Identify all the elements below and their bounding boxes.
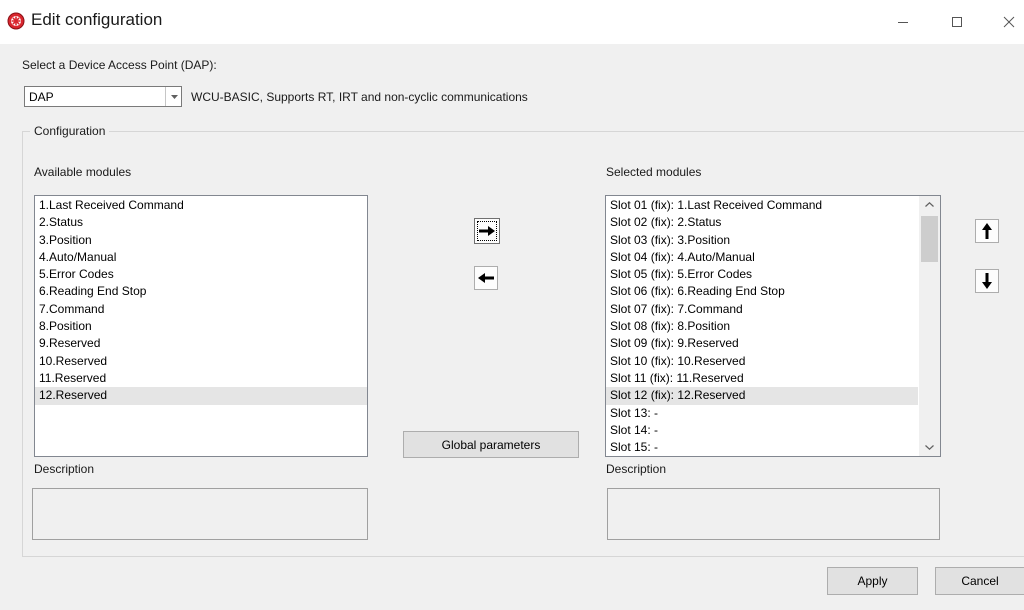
list-item[interactable]: Slot 01 (fix): 1.Last Received Command bbox=[606, 197, 918, 214]
arrow-up-icon bbox=[982, 223, 992, 239]
dap-label: Select a Device Access Point (DAP): bbox=[22, 58, 217, 72]
selected-modules-list[interactable]: Slot 01 (fix): 1.Last Received Command Sl… bbox=[605, 195, 941, 457]
available-description-box bbox=[32, 488, 368, 540]
list-item[interactable]: Slot 05 (fix): 5.Error Codes bbox=[606, 266, 918, 283]
list-item[interactable]: 2.Status bbox=[35, 214, 367, 231]
list-item[interactable]: Slot 14: - bbox=[606, 422, 918, 439]
remove-module-button[interactable] bbox=[474, 266, 498, 290]
selected-description-label: Description bbox=[606, 462, 667, 476]
minimize-button[interactable] bbox=[880, 0, 926, 44]
arrow-down-icon bbox=[982, 273, 992, 289]
list-item[interactable]: Slot 04 (fix): 4.Auto/Manual bbox=[606, 249, 918, 266]
scroll-up-button[interactable] bbox=[919, 196, 940, 213]
dap-select-dropdown[interactable] bbox=[165, 87, 182, 106]
selected-description-box bbox=[607, 488, 940, 540]
list-item[interactable]: Slot 11 (fix): 11.Reserved bbox=[606, 370, 918, 387]
list-item[interactable]: 6.Reading End Stop bbox=[35, 283, 367, 300]
list-item[interactable]: 7.Command bbox=[35, 301, 367, 318]
cancel-button[interactable]: Cancel bbox=[935, 567, 1024, 595]
move-down-button[interactable] bbox=[975, 269, 999, 293]
configuration-group-label: Configuration bbox=[30, 124, 110, 138]
add-module-button[interactable] bbox=[474, 218, 500, 244]
maximize-icon bbox=[952, 17, 962, 27]
dap-description: WCU-BASIC, Supports RT, IRT and non-cycl… bbox=[191, 90, 528, 104]
global-parameters-button[interactable]: Global parameters bbox=[403, 431, 579, 458]
list-item[interactable]: 1.Last Received Command bbox=[35, 197, 367, 214]
dap-select-value: DAP bbox=[29, 90, 54, 104]
list-item[interactable]: Slot 08 (fix): 8.Position bbox=[606, 318, 918, 335]
scroll-thumb[interactable] bbox=[921, 216, 938, 262]
selected-modules-scrollbar[interactable] bbox=[919, 196, 940, 456]
list-item[interactable]: 11.Reserved bbox=[35, 370, 367, 387]
scroll-down-button[interactable] bbox=[919, 439, 940, 456]
title-bar: Edit configuration bbox=[0, 0, 1024, 44]
list-item[interactable]: 4.Auto/Manual bbox=[35, 249, 367, 266]
maximize-button[interactable] bbox=[934, 0, 980, 44]
app-gear-icon bbox=[7, 12, 25, 30]
close-button[interactable] bbox=[986, 0, 1024, 44]
list-item[interactable]: 5.Error Codes bbox=[35, 266, 367, 283]
chevron-up-icon bbox=[925, 202, 934, 207]
window-title: Edit configuration bbox=[31, 10, 163, 29]
list-item[interactable]: Slot 10 (fix): 10.Reserved bbox=[606, 353, 918, 370]
chevron-down-icon bbox=[925, 445, 934, 450]
list-item[interactable]: Slot 13: - bbox=[606, 405, 918, 422]
arrow-right-icon bbox=[479, 226, 495, 236]
apply-button[interactable]: Apply bbox=[827, 567, 918, 595]
list-item[interactable]: Slot 06 (fix): 6.Reading End Stop bbox=[606, 283, 918, 300]
list-item[interactable]: Slot 15: - bbox=[606, 439, 918, 456]
list-item[interactable]: 3.Position bbox=[35, 232, 367, 249]
list-item[interactable]: Slot 09 (fix): 9.Reserved bbox=[606, 335, 918, 352]
available-modules-label: Available modules bbox=[34, 165, 132, 179]
available-description-label: Description bbox=[34, 462, 95, 476]
dap-select[interactable]: DAP bbox=[24, 86, 182, 107]
list-item[interactable]: 12.Reserved bbox=[35, 387, 367, 405]
selected-modules-label: Selected modules bbox=[606, 165, 702, 179]
minimize-icon bbox=[898, 22, 908, 23]
list-item[interactable]: Slot 03 (fix): 3.Position bbox=[606, 232, 918, 249]
list-item[interactable]: Slot 07 (fix): 7.Command bbox=[606, 301, 918, 318]
list-item[interactable]: 9.Reserved bbox=[35, 335, 367, 352]
list-item[interactable]: 10.Reserved bbox=[35, 353, 367, 370]
selected-modules-items: Slot 01 (fix): 1.Last Received Command Sl… bbox=[606, 197, 918, 456]
list-item[interactable]: Slot 12 (fix): 12.Reserved bbox=[606, 387, 918, 405]
list-item[interactable]: 8.Position bbox=[35, 318, 367, 335]
close-icon bbox=[1003, 16, 1015, 28]
chevron-down-icon bbox=[170, 94, 178, 99]
list-item[interactable]: Slot 02 (fix): 2.Status bbox=[606, 214, 918, 231]
move-up-button[interactable] bbox=[975, 219, 999, 243]
available-modules-list[interactable]: 1.Last Received Command 2.Status 3.Positio… bbox=[34, 195, 368, 457]
arrow-left-icon bbox=[478, 273, 494, 283]
